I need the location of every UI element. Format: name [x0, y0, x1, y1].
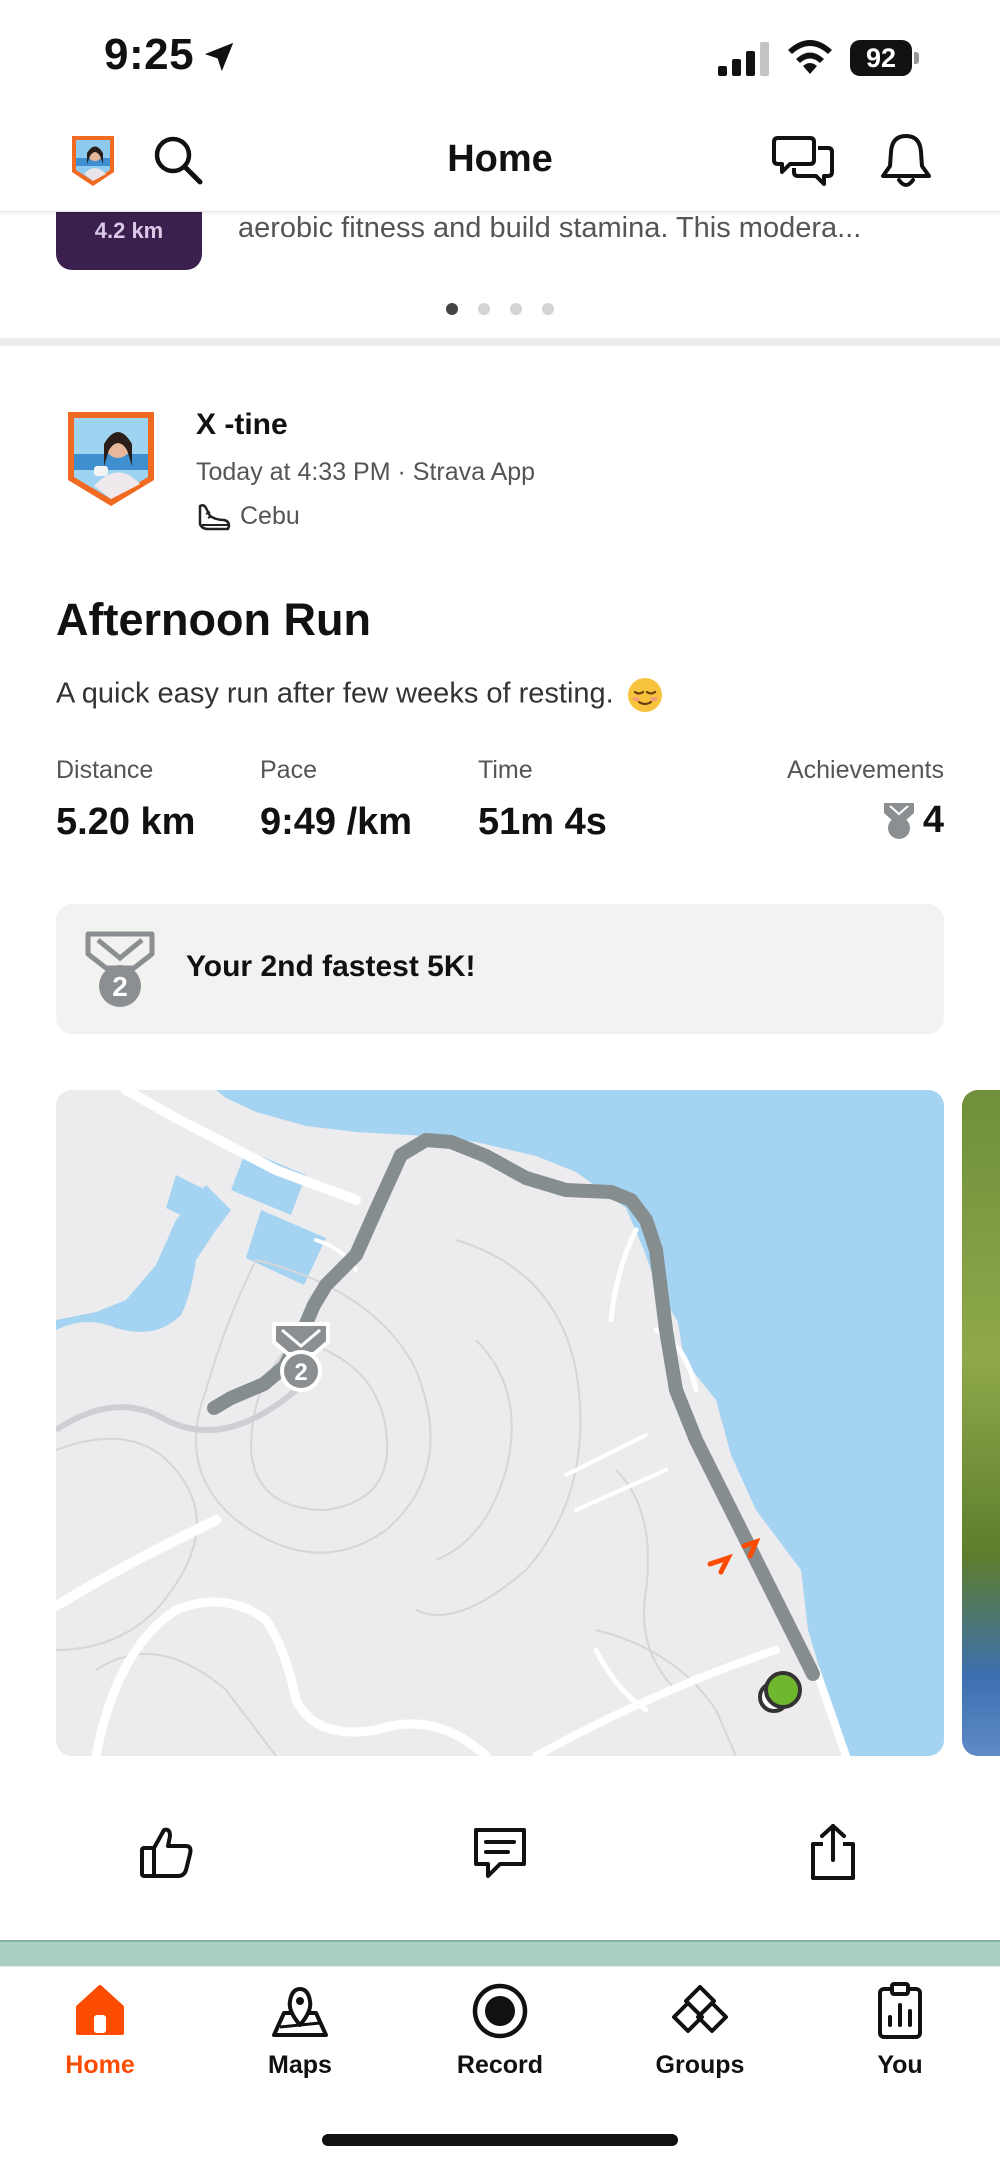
stat-distance: Distance 5.20 km	[56, 756, 195, 844]
tab-home[interactable]: Home	[20, 1981, 180, 2080]
home-indicator[interactable]	[322, 2134, 678, 2146]
carousel-dot[interactable]	[510, 303, 522, 315]
relieved-face-emoji-icon	[627, 678, 662, 712]
notifications-bell-icon[interactable]	[876, 130, 936, 192]
tab-label: Maps	[268, 2051, 332, 2079]
tab-maps[interactable]: Maps	[220, 1981, 380, 2080]
battery-level: 92	[850, 40, 912, 76]
kudos-thumbs-up-icon[interactable]	[136, 1822, 196, 1882]
stat-label: Distance	[56, 756, 154, 784]
carousel-dot[interactable]	[478, 303, 490, 315]
stat-time: Time 51m 4s	[478, 756, 607, 844]
medal-icon	[883, 802, 914, 839]
running-shoe-icon	[198, 504, 231, 531]
activity-title[interactable]: Afternoon Run	[56, 594, 371, 646]
carousel-text: aerobic fitness and build stamina. This …	[238, 212, 862, 244]
route-map[interactable]: 2	[56, 1090, 944, 1756]
search-icon[interactable]	[148, 130, 208, 190]
stat-pace: Pace 9:49 /km	[260, 756, 412, 844]
stat-value: 5.20 km	[56, 801, 196, 843]
activity-actions	[0, 1822, 1000, 1912]
route-start-marker	[764, 1671, 802, 1709]
location-arrow-icon	[204, 42, 234, 72]
cellular-signal-icon	[718, 42, 769, 76]
carousel-dot[interactable]	[446, 303, 458, 315]
groups-icon	[672, 1985, 728, 2033]
comment-icon[interactable]	[470, 1822, 530, 1882]
stat-label: Time	[478, 756, 533, 784]
tab-label: Home	[65, 2051, 135, 2079]
athlete-name[interactable]: X -tine	[196, 408, 288, 442]
maps-icon	[272, 1987, 328, 2037]
tab-record[interactable]: Record	[420, 1981, 580, 2080]
stat-achievements[interactable]: Achievements 4	[787, 756, 944, 842]
status-bar: 9:25 92	[0, 0, 1000, 120]
wifi-icon	[788, 40, 832, 74]
tab-you[interactable]: You	[820, 1981, 980, 2080]
messages-icon[interactable]	[772, 130, 834, 192]
battery-tip	[914, 52, 919, 64]
achievements-row: 4	[787, 799, 944, 842]
activity-description: A quick easy run after few weeks of rest…	[56, 676, 664, 714]
stat-value: 9:49 /km	[260, 801, 413, 843]
medal-rank-text: 2	[112, 971, 128, 1002]
activity-card[interactable]: X -tine Today at 4:33 PM · Strava App Ce…	[0, 346, 1000, 1940]
achievement-highlight-text: Your 2nd fastest 5K!	[186, 950, 476, 983]
you-icon	[878, 1982, 922, 2039]
carousel-pagination	[0, 302, 1000, 320]
achievements-count: 4	[922, 799, 944, 841]
share-icon[interactable]	[803, 1822, 863, 1882]
activity-meta: Today at 4:33 PM · Strava App	[196, 458, 536, 486]
second-place-medal-icon: 2	[85, 931, 155, 1007]
tab-label: Groups	[655, 2051, 745, 2079]
activity-location: Cebu	[240, 502, 300, 530]
stat-label: Pace	[260, 756, 317, 784]
activity-description-text: A quick easy run after few weeks of rest…	[56, 677, 614, 710]
tab-label: Record	[456, 2051, 544, 2079]
carousel[interactable]: 4.2 km aerobic fitness and build stamina…	[0, 212, 1000, 338]
map-medal-rank: 2	[294, 1359, 307, 1386]
home-icon	[76, 1985, 124, 2035]
app-header: Home	[0, 120, 1000, 212]
battery-indicator: 92	[850, 40, 920, 76]
feed-divider	[0, 338, 1000, 346]
tab-label: You	[877, 2051, 923, 2079]
athlete-avatar[interactable]	[64, 408, 158, 510]
achievement-highlight[interactable]: 2 Your 2nd fastest 5K!	[56, 904, 944, 1034]
status-time: 9:25	[104, 30, 195, 79]
profile-avatar[interactable]	[68, 134, 118, 188]
stat-label: Achievements	[786, 756, 944, 784]
route-map-canvas: 2	[56, 1090, 944, 1756]
tab-groups[interactable]: Groups	[620, 1981, 780, 2080]
stat-value: 51m 4s	[478, 801, 607, 843]
activity-photo-thumbnail[interactable]	[962, 1090, 1000, 1756]
record-icon	[472, 1983, 528, 2039]
carousel-badge: 4.2 km	[56, 212, 202, 270]
carousel-dot[interactable]	[542, 303, 554, 315]
